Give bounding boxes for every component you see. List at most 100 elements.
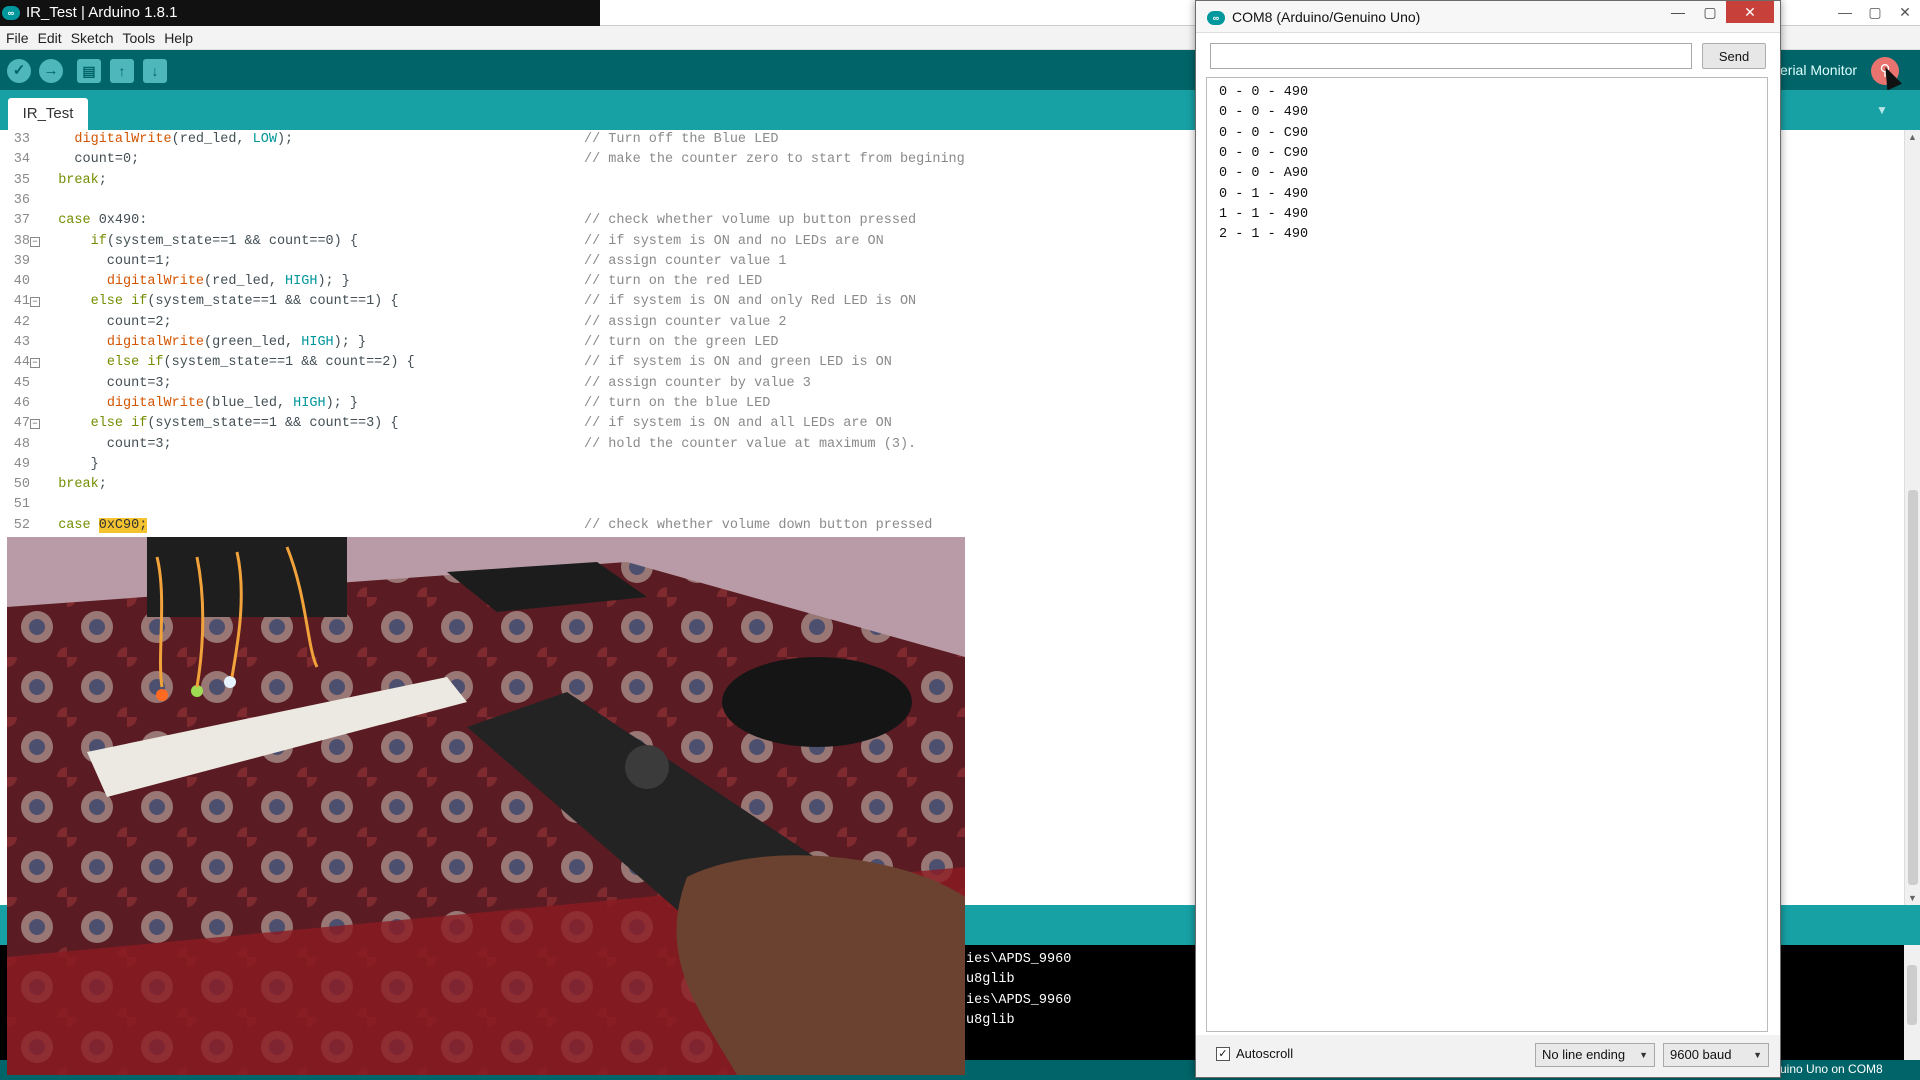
code-line[interactable]: 51 [0,495,1200,515]
save-sketch-button[interactable]: ↓ [143,59,167,83]
code-line[interactable]: 45 count=3; // assign counter by value 3 [0,374,1200,394]
code-content: count=0; [42,152,140,168]
code-line[interactable]: 43 digitalWrite(green_led, HIGH); } // tu… [0,333,1200,353]
line-number: 39 [13,253,30,269]
code-line[interactable]: 40 digitalWrite(red_led, HIGH); } // turn… [0,272,1200,292]
tab-menu-chevron-down-icon[interactable]: ▼ [1871,100,1893,120]
upload-button[interactable]: → [39,59,63,83]
syntax-token: if [90,233,107,249]
code-line[interactable]: 49 } [0,455,1200,475]
code-text: case 0x490: [42,211,147,231]
syntax-token: HIGH [301,335,334,350]
code-comment: // check whether volume down button pres… [584,517,933,533]
code-text: if(system_state==1 && count==0) { [42,232,358,252]
serial-output-line: 0 - 0 - A90 [1219,166,1309,182]
code-line[interactable]: 41− else if(system_state==1 && count==1)… [0,292,1200,312]
code-content: else if(system_state==1 && count==1) { [90,294,399,310]
menu-file[interactable]: File [4,26,36,49]
code-comment: // check whether volume up button presse… [584,213,917,229]
fold-toggle-icon[interactable]: − [30,236,40,247]
remote-dpad [625,745,669,789]
code-line[interactable]: 52 case 0xC90; // check whether volume do… [0,516,1200,536]
console-scroll-thumb[interactable] [1907,965,1917,1025]
console-scrollbar[interactable] [1904,945,1920,1060]
serial-output-area[interactable]: 0 - 0 - 490 0 - 0 - 490 0 - 0 - C90 0 - 0 -… [1206,77,1768,1032]
code-line[interactable]: 38− if(system_state==1 && count==0) {// … [0,232,1200,252]
serial-send-input[interactable] [1210,43,1692,69]
code-line[interactable]: 47− else if(system_state==1 && count==3)… [0,414,1200,434]
red-led [156,689,168,701]
serial-output-line: 0 - 0 - C90 [1219,145,1309,161]
syntax-token: break [58,172,99,188]
fold-toggle-icon[interactable]: − [30,297,40,308]
minimize-button[interactable]: — [1830,2,1860,22]
code-comment: // assign counter value 1 [584,253,787,269]
syntax-token: if [131,416,148,432]
open-sketch-button[interactable]: ↑ [110,59,134,83]
console-line: u8glib [966,1013,1015,1028]
verify-button[interactable]: ✓ [7,59,31,83]
code-comment: // if system is ON and green LED is ON [584,355,892,371]
fold-toggle-icon[interactable]: − [30,358,40,369]
line-number: 38 [13,233,30,249]
baud-rate-select[interactable]: 9600 baud ▼ [1663,1043,1769,1067]
menu-sketch[interactable]: Sketch [69,26,121,49]
scroll-up-icon[interactable]: ▲ [1908,132,1917,142]
syntax-token: else [90,416,124,432]
code-line[interactable]: 39 count=1; // assign counter value 1 [0,252,1200,272]
menu-edit[interactable]: Edit [36,26,69,49]
line-number: 34 [13,152,30,168]
menu-help[interactable]: Help [162,26,200,49]
code-text: } [42,455,99,475]
line-number: 35 [13,172,30,188]
code-line[interactable]: 35 break; [0,171,1200,191]
menu-tools[interactable]: Tools [121,26,163,49]
send-button[interactable]: Send [1702,43,1766,69]
hand [676,855,965,1075]
close-button[interactable]: ✕ [1890,2,1920,22]
syntax-token: digitalWrite [106,335,205,350]
ide-window-title: IR_Test | Arduino 1.8.1 [26,4,178,21]
code-line[interactable]: 33 digitalWrite(red_led, LOW); // Turn of… [0,130,1200,150]
arduino-logo-icon: ∞ [2,6,20,20]
scroll-down-icon[interactable]: ▼ [1908,893,1917,903]
code-line[interactable]: 46 digitalWrite(blue_led, HIGH); } // tur… [0,394,1200,414]
autoscroll-checkbox[interactable]: ✓ [1216,1047,1230,1061]
monitor [147,537,347,617]
syntax-token: if [131,294,148,310]
code-line[interactable]: 48 count=3; // hold the counter value at … [0,435,1200,455]
serial-titlebar: ∞ COM8 (Arduino/Genuino Uno) — ▢ ✕ [1196,1,1780,33]
code-comment: // Turn off the Blue LED [584,132,779,147]
new-sketch-button[interactable]: ▤ [77,59,101,83]
serial-maximize-button[interactable]: ▢ [1694,1,1726,23]
code-comment: // turn on the blue LED [584,395,771,411]
editor-scroll-thumb[interactable] [1908,490,1918,885]
code-line[interactable]: 42 count=2; // assign counter value 2 [0,313,1200,333]
maximize-button[interactable]: ▢ [1860,2,1890,22]
tab-ir-test[interactable]: IR_Test [8,98,88,130]
code-text: digitalWrite(blue_led, HIGH); } [42,394,358,414]
serial-minimize-button[interactable]: — [1662,1,1694,23]
code-line[interactable]: 34 count=0; // make the counter zero to s… [0,150,1200,170]
code-line[interactable]: 44− else if(system_state==1 && count==2)… [0,353,1200,373]
code-line[interactable]: 36 [0,191,1200,211]
line-number: 42 [13,314,30,330]
serial-close-button[interactable]: ✕ [1726,1,1774,23]
code-text: break; [42,475,107,495]
line-ending-select[interactable]: No line ending ▼ [1535,1043,1655,1067]
code-content: count=3; [42,375,172,391]
serial-output-line: 0 - 0 - 490 [1219,85,1309,100]
syntax-token: LOW [252,132,277,147]
code-text: break; [42,171,107,191]
serial-footer: ✓ Autoscroll No line ending ▼ 9600 baud … [1196,1035,1780,1077]
editor-scrollbar[interactable]: ▲ ▼ [1904,130,1920,905]
syntax-token: else [106,355,140,371]
fold-toggle-icon[interactable]: − [30,419,40,430]
code-line[interactable]: 50 break; [0,475,1200,495]
code-content: digitalWrite(green_led, HIGH); } [106,335,367,350]
code-line[interactable]: 37 case 0x490: // check whether volume up… [0,211,1200,231]
code-content: } [42,456,99,472]
baud-rate-value: 9600 baud [1670,1047,1732,1062]
computer-mouse [722,657,912,747]
line-number: 45 [13,375,30,391]
